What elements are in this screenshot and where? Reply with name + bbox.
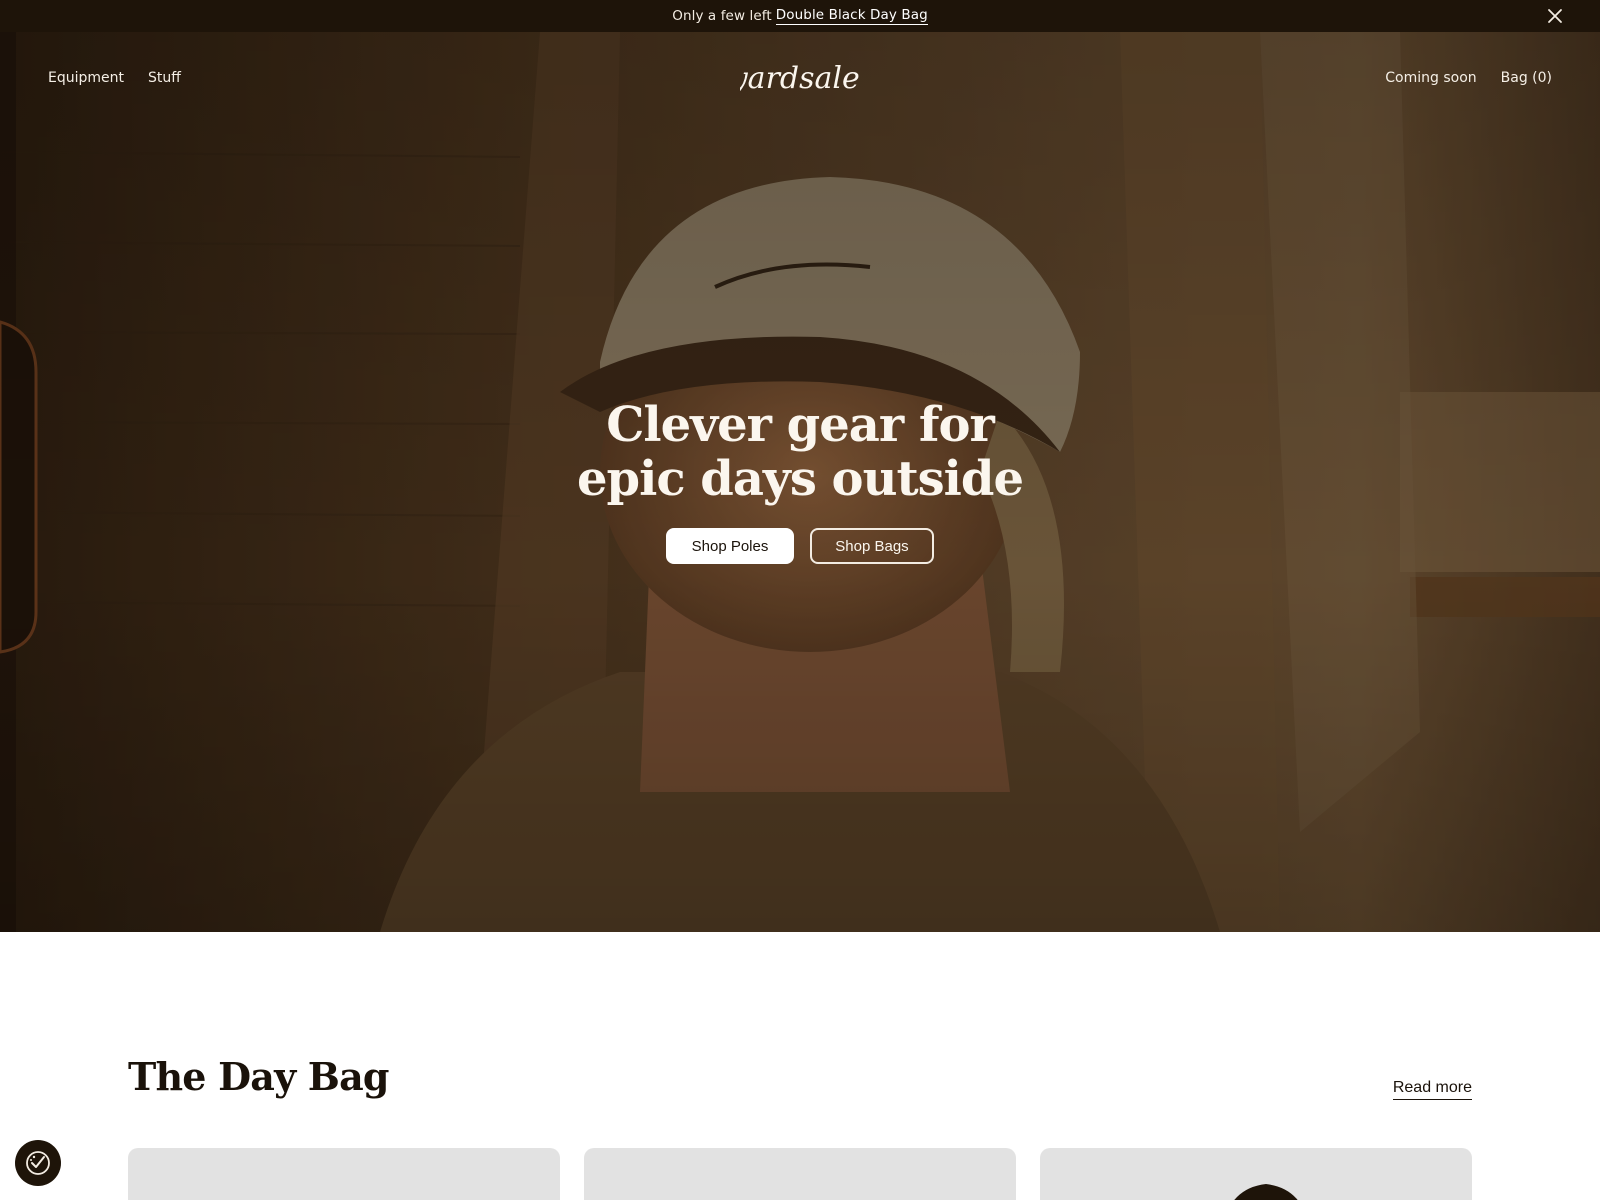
utility-nav: Coming soon Bag (0) bbox=[1385, 70, 1552, 86]
cookie-consent-icon[interactable] bbox=[15, 1140, 61, 1186]
product-card[interactable] bbox=[128, 1148, 560, 1200]
bag-image bbox=[1234, 1184, 1298, 1200]
product-card[interactable] bbox=[584, 1148, 1016, 1200]
nav-stuff[interactable]: Stuff bbox=[148, 70, 181, 86]
close-icon[interactable] bbox=[1546, 7, 1564, 25]
shop-poles-button[interactable]: Shop Poles bbox=[666, 528, 794, 564]
hero-heading-line1: Clever gear for bbox=[606, 397, 995, 453]
shop-bags-button[interactable]: Shop Bags bbox=[810, 528, 934, 564]
primary-nav: Equipment Stuff bbox=[48, 70, 181, 86]
nav-bag[interactable]: Bag (0) bbox=[1501, 70, 1552, 86]
section-title: The Day Bag bbox=[128, 1054, 390, 1099]
logo-text: yardsale. bbox=[740, 61, 860, 96]
announcement-text: Only a few left bbox=[672, 8, 772, 24]
hero-section: Equipment Stuff yardsale. Coming soon Ba… bbox=[0, 32, 1600, 932]
product-cards bbox=[128, 1148, 1472, 1200]
announcement-link[interactable]: Double Black Day Bag bbox=[775, 7, 928, 25]
hero-heading-line2: epic days outside bbox=[576, 451, 1024, 507]
nav-coming-soon[interactable]: Coming soon bbox=[1385, 70, 1476, 86]
nav-equipment[interactable]: Equipment bbox=[48, 70, 124, 86]
announcement-bar: Only a few left Double Black Day Bag bbox=[0, 0, 1600, 32]
hero-heading: Clever gear for epic days outside bbox=[0, 398, 1600, 506]
brand-logo[interactable]: yardsale. bbox=[729, 52, 870, 108]
read-more-link[interactable]: Read more bbox=[1392, 1079, 1472, 1100]
hero-cta-group: Shop Poles Shop Bags bbox=[0, 528, 1600, 564]
product-card[interactable] bbox=[1040, 1148, 1472, 1200]
